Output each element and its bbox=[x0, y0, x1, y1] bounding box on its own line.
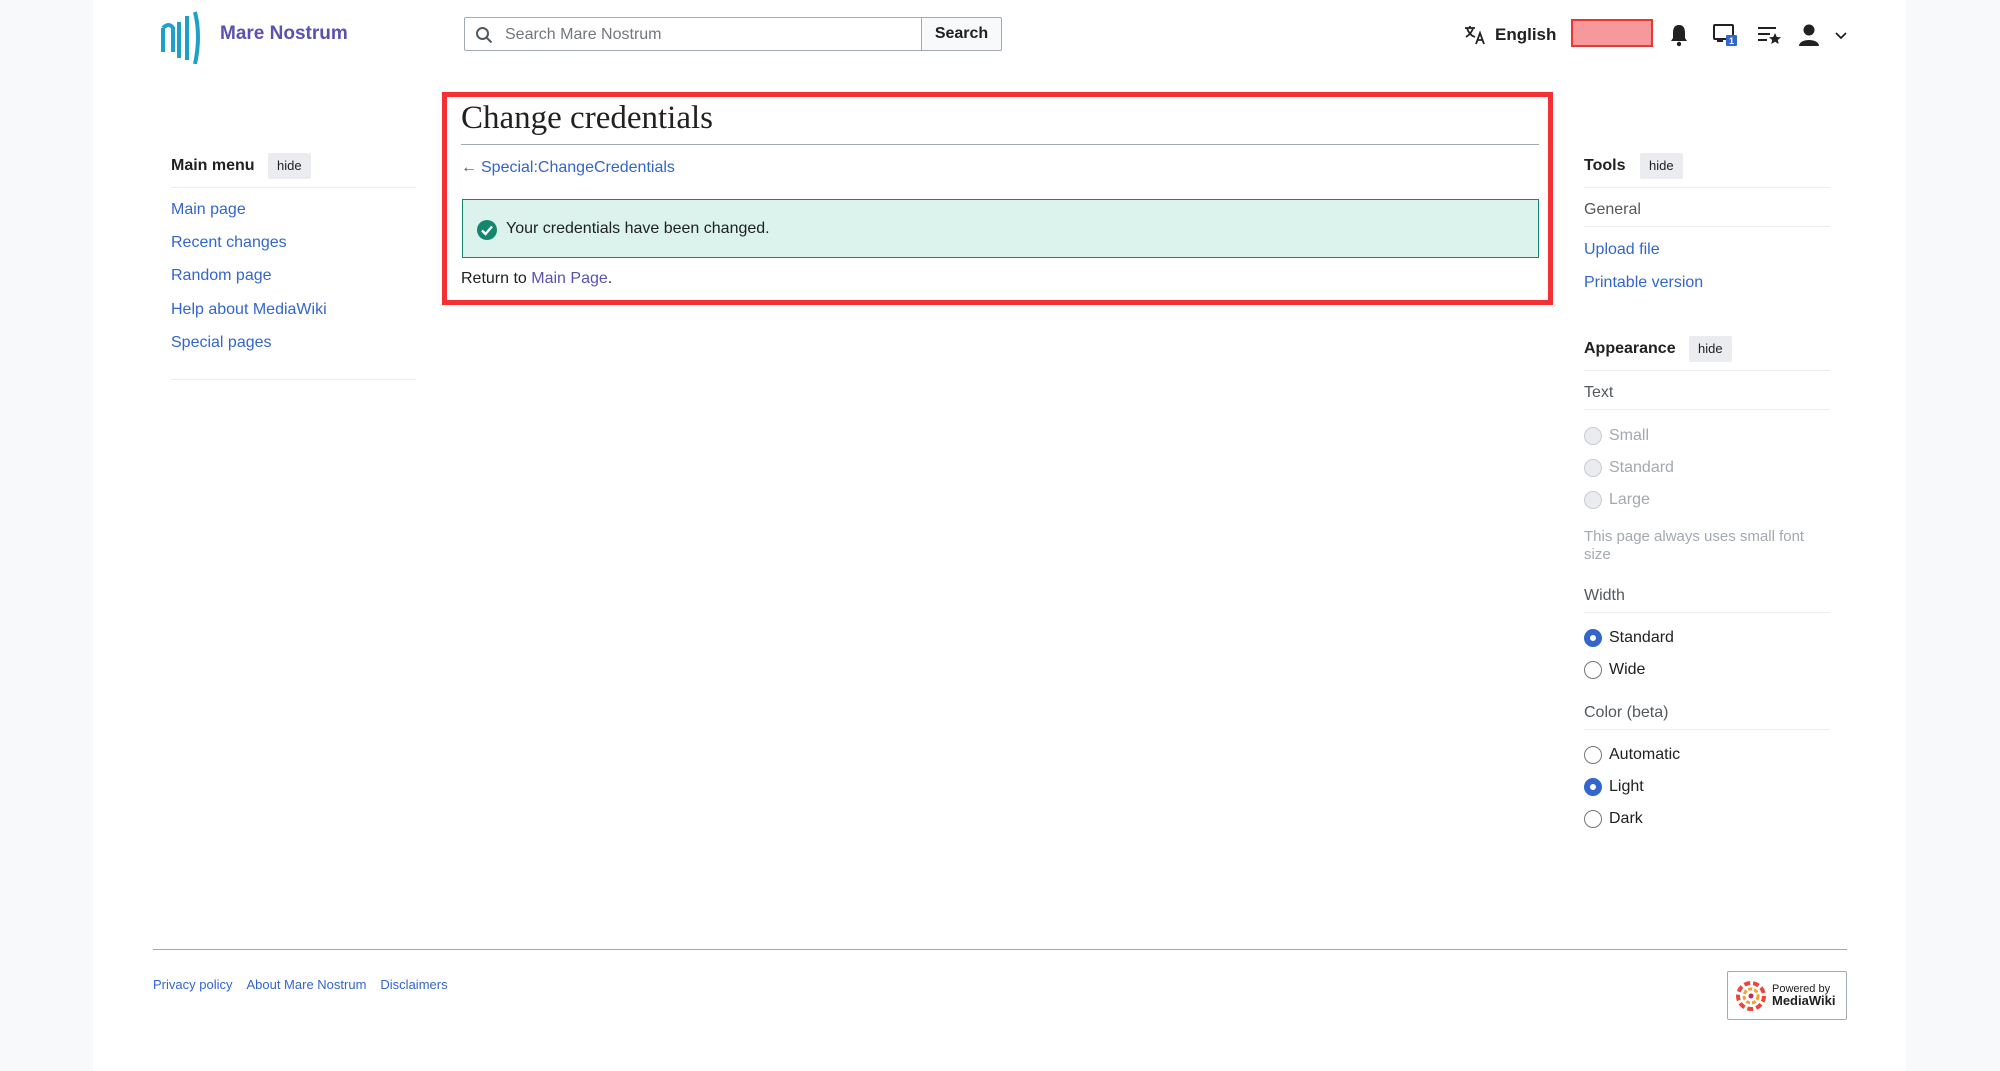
text-size-large-radio bbox=[1584, 491, 1602, 509]
back-arrow-icon: ← bbox=[461, 159, 477, 176]
success-message-text: Your credentials have been changed. bbox=[506, 220, 770, 237]
main-menu-bottom-divider bbox=[171, 379, 416, 380]
check-circle-icon bbox=[477, 220, 497, 240]
sidebar-item-help[interactable]: Help about MediaWiki bbox=[171, 301, 327, 319]
text-size-small-label: Small bbox=[1609, 427, 1650, 444]
color-divider bbox=[1584, 729, 1830, 730]
backlink[interactable]: ← Special:ChangeCredentials bbox=[461, 159, 675, 177]
success-message-box: Your credentials have been changed. bbox=[462, 199, 1539, 258]
appearance-divider bbox=[1584, 370, 1830, 371]
chevron-down-icon[interactable] bbox=[1834, 22, 1848, 48]
logo-icon[interactable] bbox=[159, 8, 203, 64]
width-standard-option[interactable]: Standard bbox=[1584, 629, 1674, 647]
appearance-hide-button[interactable]: hide bbox=[1689, 336, 1732, 362]
list-star-icon[interactable] bbox=[1756, 22, 1782, 48]
sidebar-item-main-page[interactable]: Main page bbox=[171, 201, 246, 219]
text-size-small-option: Small bbox=[1584, 427, 1649, 445]
redacted-username[interactable] bbox=[1571, 19, 1653, 47]
text-size-large-option: Large bbox=[1584, 491, 1650, 509]
tools-divider bbox=[1584, 187, 1830, 188]
appearance-heading: Appearance bbox=[1584, 340, 1676, 357]
sidebar-item-recent-changes[interactable]: Recent changes bbox=[171, 234, 287, 252]
title-divider bbox=[461, 144, 1539, 145]
text-size-heading: Text bbox=[1584, 384, 1614, 401]
powered-by-text: Powered by MediaWiki bbox=[1772, 983, 1835, 1008]
main-menu-divider bbox=[171, 187, 416, 188]
width-wide-option[interactable]: Wide bbox=[1584, 661, 1645, 679]
return-main-page-link[interactable]: Main Page bbox=[531, 270, 608, 287]
main-menu-heading: Main menu bbox=[171, 157, 255, 174]
color-light-option[interactable]: Light bbox=[1584, 778, 1644, 796]
footer-links: Privacy policy About Mare Nostrum Discla… bbox=[153, 977, 448, 992]
bell-icon[interactable] bbox=[1666, 22, 1692, 48]
language-label: English bbox=[1495, 25, 1557, 44]
color-light-radio[interactable] bbox=[1584, 778, 1602, 796]
return-suffix: . bbox=[607, 270, 613, 287]
user-icon[interactable] bbox=[1796, 22, 1822, 48]
notice-count-badge: 1 bbox=[1729, 36, 1734, 46]
search-input[interactable] bbox=[503, 20, 917, 50]
text-size-standard-label: Standard bbox=[1609, 459, 1674, 476]
powered-by-mediawiki-badge[interactable]: Powered by MediaWiki bbox=[1727, 971, 1847, 1020]
return-prefix: Return to bbox=[461, 270, 532, 287]
color-dark-label[interactable]: Dark bbox=[1609, 810, 1643, 828]
text-size-large-label: Large bbox=[1609, 491, 1650, 508]
color-dark-radio[interactable] bbox=[1584, 810, 1602, 828]
tools-heading: Tools bbox=[1584, 157, 1626, 174]
width-standard-label[interactable]: Standard bbox=[1609, 629, 1674, 647]
width-wide-radio[interactable] bbox=[1584, 661, 1602, 679]
search-icon bbox=[476, 27, 493, 44]
color-light-label[interactable]: Light bbox=[1609, 778, 1644, 796]
powered-by-line2: MediaWiki bbox=[1772, 993, 1836, 1008]
page-title: Change credentials bbox=[461, 100, 713, 136]
footer-divider bbox=[153, 949, 1847, 950]
text-size-standard-option: Standard bbox=[1584, 459, 1674, 477]
width-standard-radio[interactable] bbox=[1584, 629, 1602, 647]
watchlist-icon[interactable]: 1 bbox=[1712, 22, 1738, 48]
main-menu-hide-button[interactable]: hide bbox=[268, 153, 311, 179]
color-dark-option[interactable]: Dark bbox=[1584, 810, 1643, 828]
color-automatic-label[interactable]: Automatic bbox=[1609, 746, 1680, 764]
text-size-divider bbox=[1584, 409, 1830, 410]
tools-general-divider bbox=[1584, 226, 1830, 227]
mediawiki-logo-icon bbox=[1736, 980, 1766, 1011]
text-size-small-radio bbox=[1584, 427, 1602, 445]
language-selector[interactable]: English bbox=[1463, 22, 1556, 48]
footer-privacy-policy[interactable]: Privacy policy bbox=[153, 977, 232, 992]
sidebar-item-special-pages[interactable]: Special pages bbox=[171, 334, 272, 352]
site-name[interactable]: Mare Nostrum bbox=[220, 23, 348, 45]
color-automatic-radio[interactable] bbox=[1584, 746, 1602, 764]
return-line: Return to Main Page. bbox=[461, 270, 612, 288]
width-heading: Width bbox=[1584, 587, 1625, 604]
search-button[interactable]: Search bbox=[922, 17, 1002, 51]
width-wide-label[interactable]: Wide bbox=[1609, 661, 1645, 679]
footer-about[interactable]: About Mare Nostrum bbox=[246, 977, 366, 992]
backlink-special-changecredentials[interactable]: Special:ChangeCredentials bbox=[481, 159, 675, 176]
footer-disclaimers[interactable]: Disclaimers bbox=[380, 977, 447, 992]
translate-icon bbox=[1465, 26, 1485, 45]
tools-upload-file[interactable]: Upload file bbox=[1584, 241, 1660, 259]
color-heading: Color (beta) bbox=[1584, 704, 1669, 721]
color-automatic-option[interactable]: Automatic bbox=[1584, 746, 1680, 764]
tools-printable-version[interactable]: Printable version bbox=[1584, 274, 1703, 292]
tools-general-label: General bbox=[1584, 201, 1641, 218]
text-size-standard-radio bbox=[1584, 459, 1602, 477]
search-box[interactable] bbox=[464, 17, 922, 51]
sidebar-item-random-page[interactable]: Random page bbox=[171, 267, 272, 285]
width-divider bbox=[1584, 612, 1830, 613]
text-size-note: This page always uses small font size bbox=[1584, 528, 1805, 563]
tools-hide-button[interactable]: hide bbox=[1640, 153, 1683, 179]
